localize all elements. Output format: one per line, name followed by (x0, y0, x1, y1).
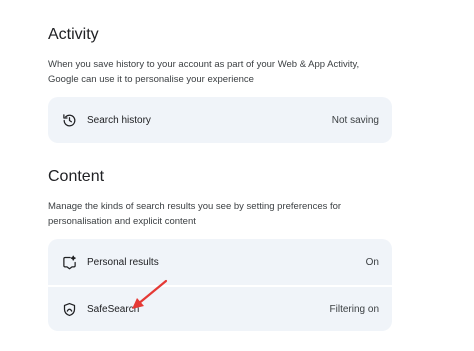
activity-title: Activity (48, 26, 99, 43)
safesearch-row[interactable]: SafeSearch Filtering on (48, 285, 392, 331)
search-history-label: Search history (87, 114, 151, 126)
activity-card: Search history Not saving (48, 97, 392, 143)
search-history-row[interactable]: Search history Not saving (48, 97, 392, 143)
content-title: Content (48, 168, 105, 185)
personal-results-row[interactable]: Personal results On (48, 239, 392, 285)
sparkle-person-icon (61, 254, 77, 270)
content-card: Personal results On SafeSearch Filtering… (48, 239, 392, 331)
safesearch-label: SafeSearch (87, 303, 140, 315)
personal-results-value: On (365, 256, 379, 268)
search-history-value: Not saving (331, 114, 379, 126)
history-icon (61, 112, 77, 128)
shield-icon (61, 301, 77, 317)
content-description: Manage the kinds of search results you s… (48, 201, 342, 227)
activity-description: When you save history to your account as… (48, 59, 360, 85)
safesearch-value: Filtering on (329, 303, 379, 315)
personal-results-label: Personal results (87, 256, 159, 268)
